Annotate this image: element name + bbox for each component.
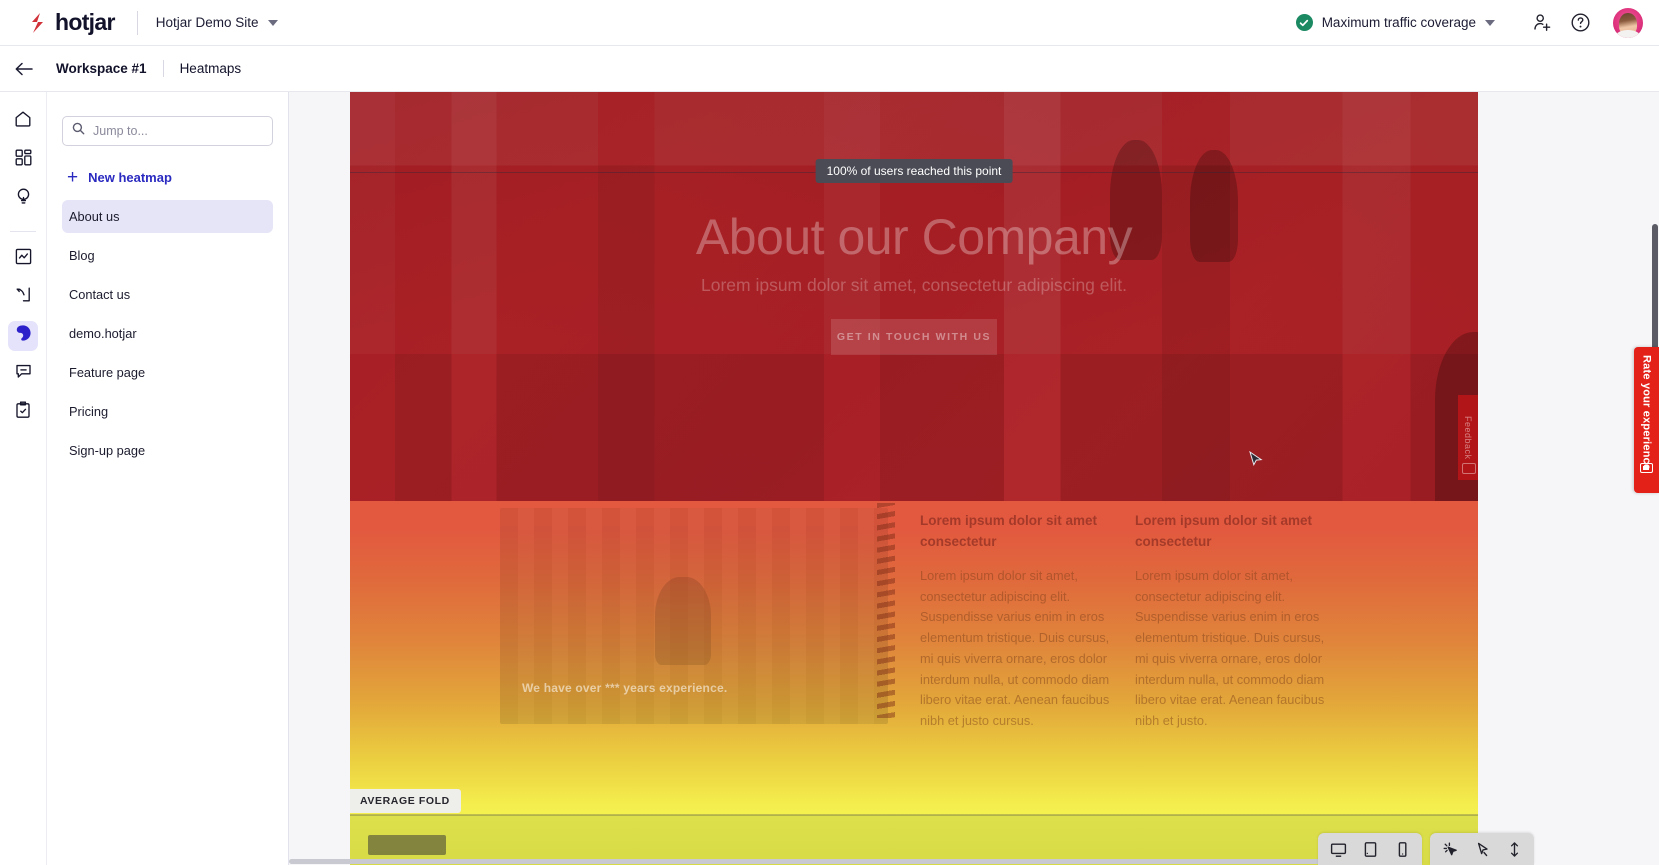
page-label: Blog [69, 248, 95, 263]
decorative-stripes-icon [877, 503, 895, 718]
pages-panel: + New heatmap About us Blog Contact us d… [47, 92, 289, 865]
sidebar-item-funnels[interactable] [8, 282, 38, 312]
search-icon [72, 122, 85, 140]
breadcrumb-current: Heatmaps [179, 61, 242, 76]
list-item[interactable]: Pricing [62, 395, 273, 428]
search-box[interactable] [62, 116, 273, 146]
column-body: Lorem ipsum dolor sit amet, consectetur … [920, 568, 1110, 729]
desktop-icon[interactable] [1322, 833, 1354, 865]
trends-chart-icon [15, 248, 32, 270]
plus-icon: + [67, 167, 79, 188]
average-fold-label: AVERAGE FOLD [350, 789, 461, 813]
top-bar-right: Maximum traffic coverage [1295, 4, 1659, 42]
sidebar-item-dashboards[interactable] [8, 145, 38, 175]
sidebar-item-highlights[interactable] [8, 183, 38, 213]
avatar[interactable] [1613, 7, 1643, 38]
average-fold-marker: AVERAGE FOLD [350, 789, 1478, 816]
rate-experience-label: Rate your experience [1640, 355, 1653, 471]
mobile-icon[interactable] [1386, 833, 1418, 865]
traffic-coverage-label: Maximum traffic coverage [1321, 15, 1476, 30]
add-user-icon[interactable] [1523, 4, 1561, 42]
list-item[interactable]: Feature page [62, 356, 273, 389]
hero-subtitle: Lorem ipsum dolor sit amet, consectetur … [700, 275, 1128, 295]
new-heatmap-button[interactable]: + New heatmap [62, 168, 273, 187]
list-item[interactable]: Blog [62, 239, 273, 272]
page-label: Pricing [69, 404, 109, 419]
viewer-gutter-right [1478, 92, 1659, 865]
horizontal-scrollbar-thumb[interactable] [289, 859, 1409, 864]
viewer-gutter-left [289, 92, 350, 865]
sidebar-item-trends[interactable] [8, 244, 38, 274]
left-rail [0, 92, 47, 865]
heatmap-mode-group [1430, 833, 1534, 865]
hero-background-photo [350, 92, 1478, 501]
page-label: Contact us [69, 287, 131, 302]
bottom-toolbar [1318, 829, 1534, 865]
breadcrumb-separator [162, 60, 164, 77]
brand-divider [136, 10, 138, 35]
scroll-reach-label: 100% of users reached this point [815, 159, 1013, 183]
brand-name: hotjar [55, 9, 115, 35]
hero-title: About our Company [695, 209, 1133, 265]
rate-card-icon [1640, 463, 1653, 473]
search-input[interactable] [93, 124, 263, 138]
home-icon [14, 110, 32, 133]
hotjar-logo-icon [27, 12, 47, 34]
page-label: Feature page [69, 365, 146, 380]
breadcrumb: Workspace #1 Heatmaps [0, 46, 1659, 92]
rail-divider [10, 230, 36, 232]
question-circle-icon[interactable] [1561, 4, 1599, 42]
rate-experience-widget[interactable]: Rate your experience [1634, 347, 1659, 493]
average-fold-line [350, 814, 1478, 816]
tail-block [368, 835, 446, 855]
top-bar: hotjar Hotjar Demo Site Maximum traffic … [0, 0, 1659, 46]
page-feedback-tab-label: Feedback [1463, 415, 1473, 460]
heatmap-icon [14, 324, 32, 347]
site-selector-label: Hotjar Demo Site [155, 15, 259, 30]
chevron-down-icon [267, 19, 278, 26]
column-heading: Lorem ipsum dolor sit amet consectetur [920, 513, 1098, 549]
speech-bubble-icon [15, 363, 32, 385]
app-root: hotjar Hotjar Demo Site Maximum traffic … [0, 0, 1659, 865]
sidebar-item-surveys[interactable] [8, 398, 38, 428]
sidebar-item-heatmaps[interactable] [8, 320, 38, 351]
breadcrumb-workspace[interactable]: Workspace #1 [56, 61, 147, 76]
page-canvas: About our Company Lorem ipsum dolor sit … [350, 92, 1478, 865]
sidebar-item-feedback[interactable] [8, 359, 38, 389]
list-item[interactable]: About us [62, 200, 273, 233]
scroll-updown-icon[interactable] [1498, 833, 1530, 865]
list-item[interactable]: demo.hotjar [62, 317, 273, 350]
page-list: About us Blog Contact us demo.hotjar Fea… [62, 200, 273, 467]
new-heatmap-label: New heatmap [88, 170, 172, 185]
page-feedback-tab[interactable]: Feedback [1458, 395, 1478, 480]
hero-cta-button[interactable]: GET IN TOUCH WITH US [831, 319, 997, 355]
column-heading: Lorem ipsum dolor sit amet consectetur [1135, 513, 1313, 549]
tablet-icon[interactable] [1354, 833, 1386, 865]
funnel-arrow-icon [15, 286, 32, 308]
click-pointer-icon[interactable] [1434, 833, 1466, 865]
content-column: Lorem ipsum dolor sit amet consectetur L… [920, 511, 1120, 732]
arrow-left-icon[interactable] [2, 61, 46, 77]
move-cursor-icon[interactable] [1466, 833, 1498, 865]
list-item[interactable]: Sign-up page [62, 434, 273, 467]
sidebar-item-home[interactable] [8, 106, 38, 136]
list-item[interactable]: Contact us [62, 278, 273, 311]
clipboard-check-icon [15, 401, 31, 424]
heatmap-viewer[interactable]: About our Company Lorem ipsum dolor sit … [289, 92, 1659, 865]
site-selector[interactable]: Hotjar Demo Site [156, 15, 278, 30]
page-label: demo.hotjar [69, 326, 137, 341]
page-label: About us [69, 209, 120, 224]
page-label: Sign-up page [69, 443, 146, 458]
brand[interactable]: hotjar [0, 11, 115, 34]
page-hero-section: About our Company Lorem ipsum dolor sit … [350, 92, 1478, 501]
chevron-down-icon [1485, 19, 1495, 26]
traffic-coverage-selector[interactable]: Maximum traffic coverage [1295, 14, 1495, 31]
device-toggle-group [1318, 833, 1422, 865]
dashboard-grid-icon [15, 149, 32, 171]
content-column: Lorem ipsum dolor sit amet consectetur L… [1135, 511, 1335, 732]
column-body: Lorem ipsum dolor sit amet, consectetur … [1135, 568, 1325, 729]
check-circle-icon [1295, 14, 1313, 31]
photo-caption: We have over *** years experience. [522, 681, 728, 695]
lightbulb-icon [15, 187, 32, 210]
